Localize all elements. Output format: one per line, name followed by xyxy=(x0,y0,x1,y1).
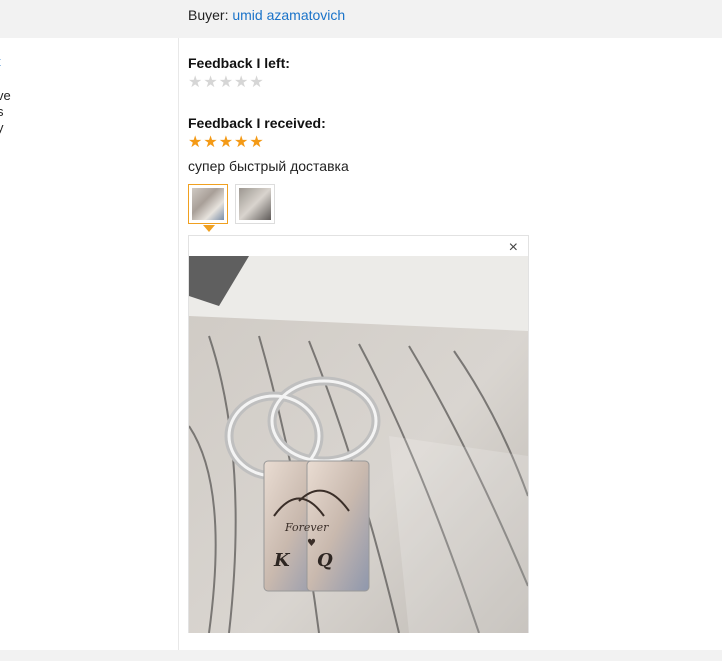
star-icon: ★ xyxy=(218,74,234,91)
star-icon: ★ xyxy=(234,74,249,91)
photo-viewer: × Forever ♥ K Q xyxy=(188,235,529,633)
photo-engraving-text: Forever xyxy=(284,521,329,534)
left-fragment-text: s xyxy=(0,104,4,119)
close-icon[interactable]: × xyxy=(509,239,518,257)
feedback-received-stars: ★ ★ ★ ★ ★ xyxy=(188,135,264,151)
svg-text:♥: ♥ xyxy=(307,538,316,549)
review-photo: Forever ♥ K Q xyxy=(189,256,528,633)
left-fragment-text: y xyxy=(0,120,4,135)
buyer-line: Buyer: umid azamatovich xyxy=(188,7,345,23)
star-icon: ★ xyxy=(188,134,203,151)
star-icon: ★ xyxy=(234,134,249,151)
star-icon: ★ xyxy=(218,134,234,151)
left-column: t ve s y xyxy=(0,38,179,650)
star-icon: ★ xyxy=(203,74,218,91)
feedback-received-heading: Feedback I received: xyxy=(188,115,326,131)
left-fragment-link[interactable]: t xyxy=(0,54,1,69)
photo-thumbnail-1[interactable] xyxy=(188,184,228,224)
thumbnail-pointer-caret xyxy=(203,225,215,232)
top-bar: Buyer: umid azamatovich xyxy=(0,0,722,38)
buyer-name-link[interactable]: umid azamatovich xyxy=(232,7,345,23)
star-icon: ★ xyxy=(203,134,218,151)
star-icon: ★ xyxy=(249,74,264,91)
bottom-bar xyxy=(0,650,722,661)
feedback-left-heading: Feedback I left: xyxy=(188,55,290,71)
photo-letter-right: Q xyxy=(317,550,333,571)
feedback-comment: супер быстрый доставка xyxy=(188,158,349,174)
feedback-left-stars: ★ ★ ★ ★ ★ xyxy=(188,75,264,91)
photo-thumbnail-2[interactable] xyxy=(235,184,275,224)
left-fragment-text: ve xyxy=(0,88,11,103)
photo-letter-left: K xyxy=(273,550,291,571)
star-icon: ★ xyxy=(249,134,264,151)
buyer-label: Buyer: xyxy=(188,7,229,23)
star-icon: ★ xyxy=(188,74,203,91)
